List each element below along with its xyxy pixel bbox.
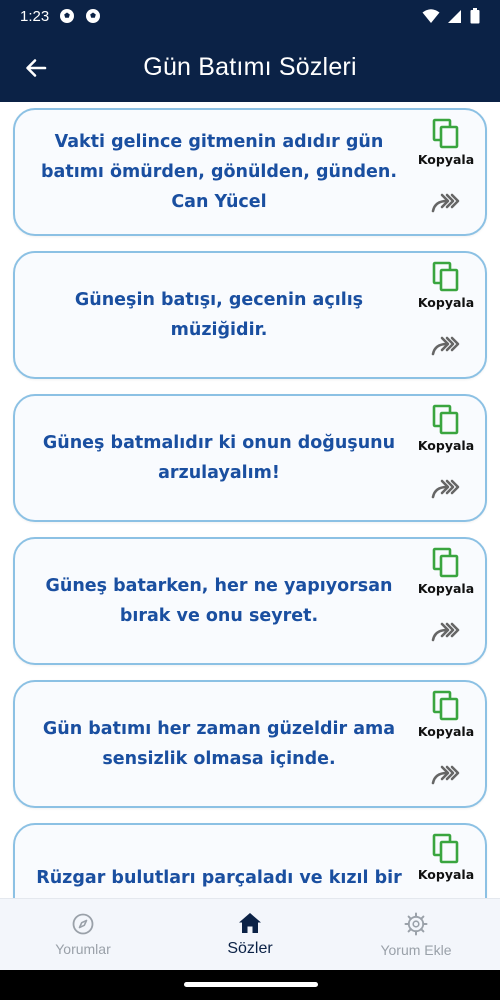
- copy-button[interactable]: Kopyala: [413, 118, 479, 172]
- share-double-arrow-icon: [431, 193, 460, 213]
- quote-text: Güneş batmalıdır ki onun doğuşunu arzula…: [42, 433, 396, 483]
- copy-icon: [432, 690, 459, 721]
- share-double-arrow-icon: [431, 765, 460, 785]
- quote-card: Vakti gelince gitmenin adıdır gün batımı…: [13, 108, 487, 236]
- quote-text: Güneş batarken, her ne yapıyorsan bırak …: [45, 576, 393, 626]
- quote-card: Güneşin batışı, gecenin açılış müziğidir…: [13, 251, 487, 379]
- nav-item-yorum-ekle[interactable]: Yorum Ekle: [333, 899, 499, 971]
- nav-label: Sözler: [227, 940, 273, 957]
- quote-card: Rüzgar bulutları parçaladı ve kızıl bir …: [13, 823, 487, 898]
- quote-text: Vakti gelince gitmenin adıdır gün batımı…: [41, 132, 397, 212]
- copy-label: Kopyala: [417, 152, 475, 167]
- quote-card: Gün batımı her zaman güzeldir ama sensiz…: [13, 680, 487, 808]
- copy-button[interactable]: Kopyala: [413, 690, 479, 744]
- soccer-ball-icon: [86, 9, 101, 23]
- copy-button[interactable]: Kopyala: [413, 404, 479, 458]
- nav-label: Yorumlar: [55, 941, 111, 957]
- nav-label: Yorum Ekle: [380, 942, 452, 958]
- back-button[interactable]: [20, 52, 52, 84]
- status-bar: 1:23: [0, 0, 500, 32]
- app-bar: Gün Batımı Sözleri: [0, 32, 500, 102]
- copy-icon: [432, 833, 459, 864]
- copy-label: Kopyala: [417, 867, 475, 882]
- page-title: Gün Batımı Sözleri: [143, 52, 357, 81]
- share-double-arrow-icon: [431, 479, 460, 499]
- arrow-left-icon: [26, 59, 47, 77]
- wifi-icon: [422, 9, 440, 23]
- copy-label: Kopyala: [417, 581, 475, 596]
- nav-item-sozler[interactable]: Sözler: [167, 899, 333, 971]
- copy-label: Kopyala: [417, 438, 475, 453]
- share-double-arrow-icon: [431, 622, 460, 642]
- quote-text: Rüzgar bulutları parçaladı ve kızıl bir: [36, 868, 402, 888]
- share-double-arrow-icon: [431, 336, 460, 356]
- battery-icon: [470, 8, 480, 24]
- copy-label: Kopyala: [417, 295, 475, 310]
- soccer-ball-icon: [60, 9, 75, 23]
- nav-item-yorumlar[interactable]: Yorumlar: [0, 899, 166, 971]
- copy-button[interactable]: Kopyala: [413, 261, 479, 315]
- quote-text: Güneşin batışı, gecenin açılış müziğidir…: [74, 290, 364, 340]
- home-indicator[interactable]: [184, 982, 318, 987]
- gear-icon: [404, 912, 428, 936]
- copy-button[interactable]: Kopyala: [413, 547, 479, 601]
- copy-label: Kopyala: [417, 724, 475, 739]
- status-icons: [422, 8, 480, 24]
- quotes-list[interactable]: Vakti gelince gitmenin adıdır gün batımı…: [0, 102, 500, 898]
- share-button[interactable]: [425, 188, 469, 218]
- signal-icon: [448, 10, 461, 23]
- home-icon: [239, 913, 261, 933]
- compass-icon: [72, 913, 94, 935]
- copy-icon: [432, 261, 459, 292]
- copy-icon: [432, 547, 459, 578]
- copy-icon: [432, 404, 459, 435]
- bottom-nav: Yorumlar Sözler Yorum Ekle: [0, 898, 500, 970]
- share-button[interactable]: [425, 760, 469, 790]
- quote-card: Güneş batarken, her ne yapıyorsan bırak …: [13, 537, 487, 665]
- status-time: 1:23: [20, 7, 50, 25]
- share-button[interactable]: [425, 617, 469, 647]
- share-button[interactable]: [425, 331, 469, 361]
- share-button[interactable]: [425, 474, 469, 504]
- quote-text: Gün batımı her zaman güzeldir ama sensiz…: [42, 719, 396, 769]
- quote-card: Güneş batmalıdır ki onun doğuşunu arzula…: [13, 394, 487, 522]
- copy-button[interactable]: Kopyala: [413, 833, 479, 887]
- copy-icon: [432, 118, 459, 149]
